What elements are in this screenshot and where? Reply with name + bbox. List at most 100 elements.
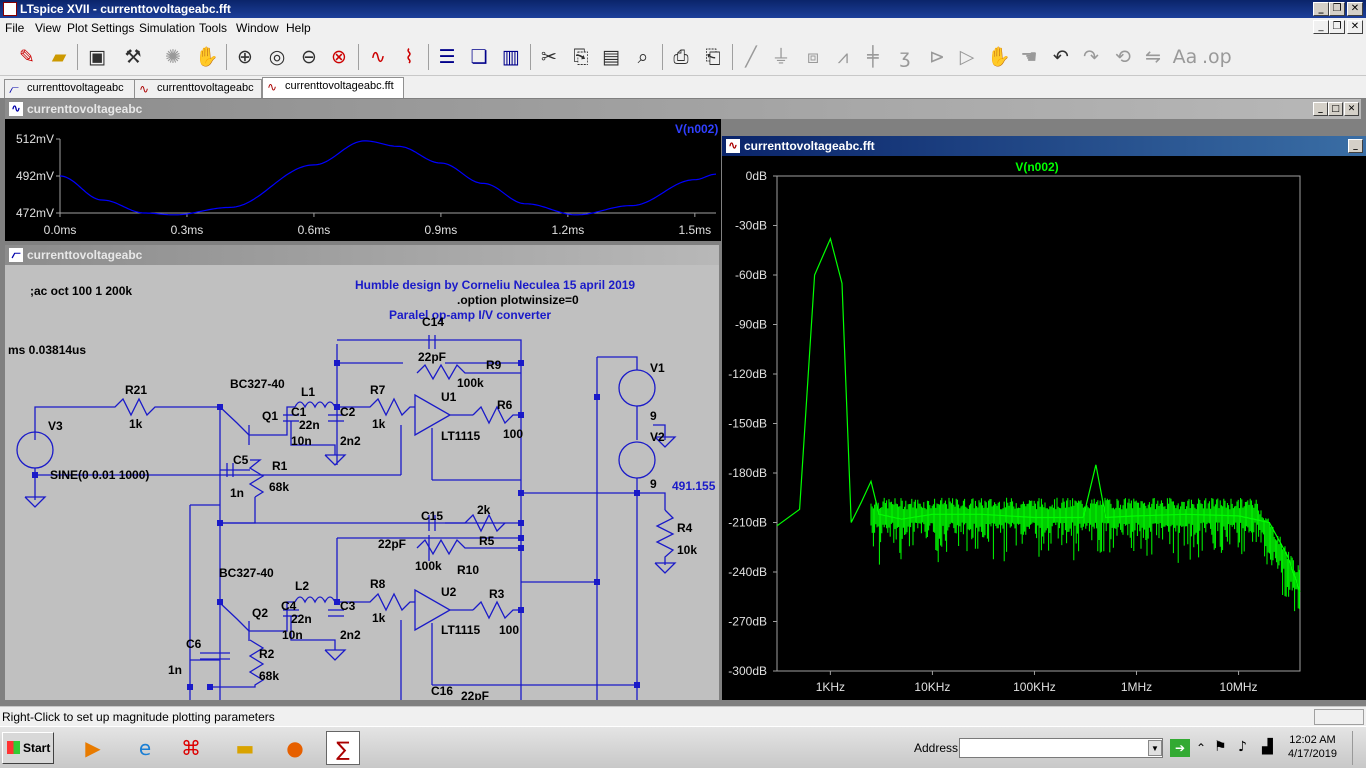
paralel-comment[interactable]: Paralel op-amp I/V converter (389, 308, 551, 322)
network-icon[interactable]: ▟ (1262, 739, 1273, 755)
tab-fft[interactable]: ∿ currenttovoltageabc.fft (262, 77, 404, 98)
design-comment[interactable]: Humble design by Corneliu Neculea 15 apr… (355, 278, 635, 292)
firefox-icon[interactable]: ● (278, 731, 312, 765)
print-setup-icon[interactable]: ⎗ (700, 44, 726, 70)
menu-plot-settings[interactable]: Plot Settings (67, 21, 134, 35)
value-r21: 1k (129, 417, 143, 431)
inductor-icon[interactable]: ʒ (892, 44, 918, 70)
show-desktop-button[interactable] (1352, 731, 1364, 765)
open-icon[interactable]: ▰ (46, 44, 72, 70)
menu-window[interactable]: Window (236, 21, 279, 35)
wire-icon[interactable]: ╱ (738, 44, 764, 70)
toolbar-separator (428, 44, 429, 70)
address-input[interactable] (959, 738, 1163, 758)
run-icon[interactable]: ✺ (160, 44, 186, 70)
fft-y-tick-label: -300dB (728, 664, 767, 678)
address-dropdown-icon[interactable]: ▼ (1148, 740, 1162, 756)
tile-vertical-icon[interactable]: ▥ (498, 44, 524, 70)
time-window-close[interactable]: ✕ (1344, 102, 1359, 116)
text-icon[interactable]: Aa (1172, 44, 1198, 70)
cascade-icon[interactable]: ❏ (466, 44, 492, 70)
component-icon[interactable]: ▷ (954, 44, 980, 70)
start-button[interactable]: Start (2, 732, 54, 764)
time-plot-svg[interactable]: 512mV 492mV 472mV 0.0ms 0.3ms 0.6ms 0.9ms 1.2ms… (5, 119, 721, 241)
label-r6: R6 (497, 398, 513, 412)
move-icon[interactable]: ✋ (986, 44, 1012, 70)
paste-icon[interactable]: ▤ (598, 44, 624, 70)
mdi-close-button[interactable]: ✕ (1347, 20, 1363, 34)
media-player-icon[interactable]: ▶ (76, 731, 110, 765)
redo-icon[interactable]: ↷ (1078, 44, 1104, 70)
ground-icon[interactable]: ⏚ (768, 44, 794, 70)
drag-icon[interactable]: ☚ (1016, 44, 1042, 70)
schematic-canvas[interactable]: ;ac oct 100 1 200k ms 0.03814us Humble d… (5, 265, 719, 700)
mdi-minimize-button[interactable]: _ (1313, 20, 1329, 34)
capacitor-icon[interactable]: ╪ (860, 44, 886, 70)
rotate-icon[interactable]: ⟲ (1110, 44, 1136, 70)
value-u1: LT1115 (441, 429, 481, 443)
control-panel-icon[interactable]: ⚒ (120, 44, 146, 70)
menu-help[interactable]: Help (286, 21, 311, 35)
ltspice-taskbar-icon[interactable]: ∑ (326, 731, 360, 765)
label-net-icon[interactable]: ⧈ (800, 44, 826, 70)
time-window-minimize[interactable]: _ (1313, 102, 1328, 116)
time-plot-pane[interactable]: 512mV 492mV 472mV 0.0ms 0.3ms 0.6ms 0.9ms 1.2ms… (5, 119, 721, 241)
value-u2: LT1115 (441, 623, 481, 637)
zoom-extents-icon[interactable]: ◎ (264, 44, 290, 70)
fft-plot-svg[interactable]: 0dB -30dB -60dB -90dB -120dB -150dB -180dB -210… (722, 156, 1366, 700)
zoom-cancel-icon[interactable]: ⊗ (326, 44, 352, 70)
diode-icon[interactable]: ⊳ (924, 44, 950, 70)
cut-icon[interactable]: ✂ (536, 44, 562, 70)
clock[interactable]: 12:02 AM 4/17/2019 (1288, 733, 1337, 761)
menu-bar: File View Plot Settings Simulation Tools… (0, 18, 1366, 38)
file-explorer-icon[interactable]: ▬ (228, 731, 262, 765)
time-window-titlebar[interactable]: ∿ currenttovoltageabc _ □ ✕ (5, 99, 1361, 119)
time-window-title: currenttovoltageabc (27, 102, 143, 116)
fft-x-tick-label: 1MHz (1121, 680, 1152, 694)
print-icon[interactable]: ⎙ (668, 44, 694, 70)
close-button[interactable]: ✕ (1347, 2, 1363, 16)
plot-wizard-icon[interactable]: ⌇ (396, 44, 422, 70)
copy-icon[interactable]: ⎘ (568, 44, 594, 70)
save-icon[interactable]: ▣ (84, 44, 110, 70)
tile-horizontal-icon[interactable]: ☰ (434, 44, 460, 70)
autorange-icon[interactable]: ∿ (365, 44, 391, 70)
schematic-window-titlebar[interactable]: ⦧ currenttovoltageabc (5, 245, 719, 265)
halt-icon[interactable]: ✋ (194, 44, 220, 70)
ac-directive[interactable]: ;ac oct 100 1 200k (30, 284, 132, 298)
go-arrow-icon[interactable]: ➔ (1170, 739, 1190, 757)
fft-window-minimize[interactable]: _ (1348, 139, 1363, 153)
ms-directive[interactable]: ms 0.03814us (8, 343, 86, 357)
mdi-restore-button[interactable]: ❐ (1329, 20, 1345, 34)
fft-window-titlebar[interactable]: ∿ currenttovoltageabc.fft _ (722, 136, 1366, 156)
menu-simulation[interactable]: Simulation (139, 21, 195, 35)
show-hidden-icons-icon[interactable]: ⌃ (1196, 741, 1206, 755)
restore-button[interactable]: ❐ (1329, 2, 1345, 16)
undo-icon[interactable]: ↶ (1048, 44, 1074, 70)
fft-plot-pane[interactable]: 0dB -30dB -60dB -90dB -120dB -150dB -180dB -210… (722, 156, 1366, 700)
tab-waveform[interactable]: ∿ currenttovoltageabc (134, 79, 262, 98)
option-directive[interactable]: .option plotwinsize=0 (457, 293, 579, 307)
new-schematic-icon[interactable]: ✎ (14, 44, 40, 70)
fft-y-tick-label: -150dB (728, 417, 767, 431)
tab-schematic[interactable]: ⦧ currenttovoltageabc (4, 79, 135, 98)
find-icon[interactable]: ⌕ (630, 44, 656, 70)
spice-directive-icon[interactable]: .op (1202, 44, 1232, 70)
fft-y-tick-label: -240dB (728, 565, 767, 579)
start-label: Start (23, 741, 51, 755)
menu-view[interactable]: View (35, 21, 61, 35)
minimize-button[interactable]: _ (1313, 2, 1329, 16)
menu-tools[interactable]: Tools (199, 21, 227, 35)
time-window-maximize[interactable]: □ (1328, 102, 1343, 116)
internet-explorer-icon[interactable]: e (128, 731, 162, 765)
menu-file[interactable]: File (5, 21, 24, 35)
action-center-icon[interactable]: ⚑ (1214, 739, 1227, 755)
zoom-out-icon[interactable]: ⊖ (296, 44, 322, 70)
pdf-reader-icon[interactable]: ⌘ (174, 731, 208, 765)
resistor-icon[interactable]: ⩘ (830, 44, 856, 70)
zoom-in-icon[interactable]: ⊕ (232, 44, 258, 70)
fft-y-tick-label: -60dB (735, 268, 767, 282)
mirror-icon[interactable]: ⇋ (1140, 44, 1166, 70)
volume-icon[interactable]: ♪ (1238, 739, 1247, 755)
tab-label: currenttovoltageabc (27, 82, 124, 94)
